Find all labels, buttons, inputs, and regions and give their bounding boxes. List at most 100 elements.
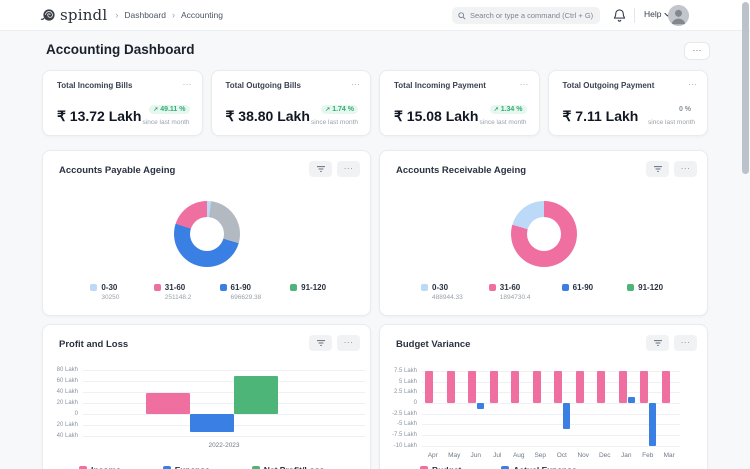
legend-text: 0-30 30250: [101, 283, 119, 301]
spindle-logo-icon: [40, 8, 56, 22]
legend-value: 1894730.4: [500, 294, 531, 301]
bar-budget-apr: [425, 371, 433, 403]
stat-card-4: Total Outgoing Payment···₹ 7.11 Lakh0 %s…: [548, 70, 709, 136]
search-icon: [458, 12, 466, 20]
filter-icon[interactable]: [646, 161, 669, 177]
breadcrumb-separator: ›: [172, 10, 175, 20]
x-axis-tick-jan: Jan: [616, 452, 638, 459]
legend-item-income: Income: [79, 465, 121, 469]
gridline: [422, 446, 680, 447]
chart-actions: ···: [309, 335, 360, 351]
gridline: [422, 424, 680, 425]
legend-value: 488944.33: [432, 294, 463, 301]
stat-card-more-button[interactable]: ···: [520, 79, 529, 89]
change-badge: ↗49.11 %: [149, 105, 189, 114]
page-title: Accounting Dashboard: [46, 42, 195, 57]
stat-card-title: Total Incoming Payment: [394, 81, 527, 90]
gridline: [83, 381, 365, 382]
global-search[interactable]: [452, 7, 600, 24]
receivable-donut-chart: [511, 201, 577, 267]
legend-swatch: [627, 284, 634, 291]
legend-swatch: [220, 284, 227, 291]
bar-budget-dec: [597, 371, 605, 403]
stat-card-more-button[interactable]: ···: [183, 79, 192, 89]
ageing-charts-row: Accounts Payable Ageing···0-303025031-60…: [42, 150, 708, 316]
legend-item-0-30: 0-30488944.33: [408, 283, 476, 301]
stat-card-value: ₹ 7.11 Lakh: [563, 108, 639, 125]
x-axis-tick-sep: Sep: [530, 452, 552, 459]
stat-card-title: Total Outgoing Bills: [226, 81, 359, 90]
search-input[interactable]: [470, 11, 594, 20]
legend-swatch: [290, 284, 297, 291]
trend-up-icon: ↗: [325, 106, 330, 113]
legend-label: Net Profit/Loss: [264, 465, 324, 469]
y-axis-tick-label: 20 Lakh: [43, 422, 78, 428]
y-axis-tick-label: 60 Lakh: [43, 378, 78, 384]
legend-label: Expense: [175, 465, 210, 469]
x-axis-tick-dec: Dec: [594, 452, 616, 459]
legend-value: 30250: [101, 294, 119, 301]
chart-title: Accounts Receivable Ageing: [396, 165, 526, 176]
notifications-bell-icon[interactable]: [612, 8, 628, 24]
donut-hole: [190, 217, 224, 251]
page-more-button[interactable]: ···: [684, 42, 710, 60]
legend-item-91-120: 91-120: [611, 283, 679, 301]
stat-card-more-button[interactable]: ···: [688, 79, 697, 89]
chart-title: Budget Variance: [396, 339, 470, 350]
filter-icon[interactable]: [646, 335, 669, 351]
gridline: [422, 403, 680, 404]
y-axis-tick-label: 20 Lakh: [43, 400, 78, 406]
change-subtext: since last month: [480, 119, 527, 126]
legend-item-31-60: 31-60 1894730.4: [476, 283, 544, 301]
gridline: [83, 392, 365, 393]
filter-icon[interactable]: [309, 161, 332, 177]
legend-label: 0-30: [101, 283, 119, 292]
legend-value: 251148.2: [165, 294, 192, 301]
stat-cards-row: Total Incoming Bills···₹ 13.72 Lakh↗49.1…: [42, 70, 708, 136]
y-axis-tick-label: 0: [43, 411, 78, 417]
bar-budget-mar: [662, 371, 670, 403]
chart-legend: Income Expense Net Profit/Loss: [79, 465, 324, 469]
bar-actual-expense-jan: [628, 397, 635, 403]
bar-budget-jul: [490, 371, 498, 403]
legend-label: 61-90: [573, 283, 593, 292]
top-bar: spindl › Dashboard › Accounting Help: [0, 0, 750, 31]
breadcrumb-accounting[interactable]: Accounting: [181, 10, 223, 20]
x-axis-tick-jun: Jun: [465, 452, 487, 459]
bar-budget-nov: [576, 371, 584, 403]
x-axis-tick-may: May: [444, 452, 466, 459]
stat-card-value: ₹ 15.08 Lakh: [394, 108, 478, 125]
stat-card-3: Total Incoming Payment··· ₹ 15.08 Lakh ↗1.…: [379, 70, 540, 136]
bar-budget-feb: [640, 371, 648, 403]
legend-item-0-30: 0-30 30250: [71, 283, 139, 301]
chart-actions: ···: [309, 161, 360, 177]
more-options-button[interactable]: ···: [674, 161, 697, 177]
change-percent: 0 %: [679, 106, 691, 113]
change-subtext: since last month: [143, 119, 190, 126]
stat-card-title: Total Incoming Bills: [57, 81, 190, 90]
x-axis-tick-nov: Nov: [573, 452, 595, 459]
stat-card-more-button[interactable]: ···: [351, 79, 360, 89]
legend-text: 31-60 1894730.4: [500, 283, 531, 301]
legend-swatch: [90, 284, 97, 291]
y-axis-tick-label: -7.5 Lakh: [380, 432, 417, 438]
page-scrollbar[interactable]: [742, 2, 749, 174]
change-badge: ↗1.74 %: [321, 105, 358, 114]
x-axis-tick-feb: Feb: [637, 452, 659, 459]
legend-label: 31-60: [500, 283, 531, 292]
bar-actual-expense-oct: [563, 403, 570, 429]
more-options-button[interactable]: ···: [674, 335, 697, 351]
legend-text: 61-90: [573, 283, 593, 301]
filter-icon[interactable]: [309, 335, 332, 351]
more-options-button[interactable]: ···: [337, 335, 360, 351]
legend-item-91-120: 91-120: [274, 283, 342, 301]
app-logo[interactable]: spindl: [40, 6, 107, 24]
more-options-button[interactable]: ···: [337, 161, 360, 177]
stat-card-title: Total Outgoing Payment: [563, 81, 696, 90]
breadcrumb-dashboard[interactable]: Dashboard: [124, 10, 166, 20]
user-avatar[interactable]: [668, 5, 689, 26]
change-badge: ↗1.34 %: [490, 105, 527, 114]
chart-actions: ···: [646, 335, 697, 351]
legend-label: Actual Expense: [513, 465, 576, 469]
stat-card-change-block: ↗1.74 %since last month: [311, 98, 358, 126]
